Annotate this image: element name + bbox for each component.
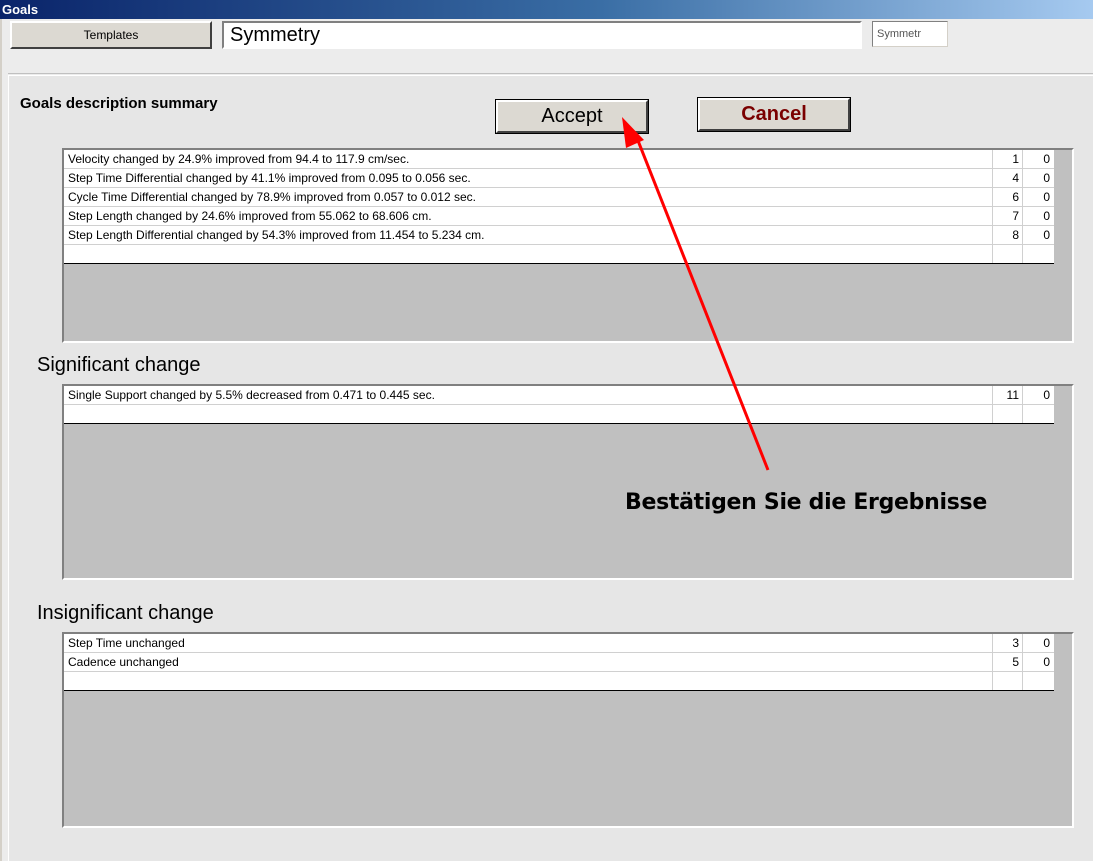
row-description: Cadence unchanged — [68, 655, 179, 669]
goal-name-field[interactable]: Symmetry — [222, 21, 862, 49]
window-title: Goals — [2, 2, 39, 17]
row-id — [992, 245, 1022, 263]
summary-list[interactable]: Velocity changed by 24.9% improved from … — [62, 148, 1074, 343]
significant-change-list[interactable]: Single Support changed by 5.5% decreased… — [62, 384, 1074, 580]
row-flag: 0 — [1022, 169, 1054, 187]
list-row[interactable] — [64, 405, 1054, 423]
list-row[interactable]: Step Time Differential changed by 41.1% … — [64, 169, 1054, 188]
row-id: 4 — [992, 169, 1022, 187]
goal-short-name-field[interactable]: Symmetr — [872, 21, 948, 47]
list-row[interactable]: Cycle Time Differential changed by 78.9%… — [64, 188, 1054, 207]
insignificant-change-list[interactable]: Step Time unchanged 3 0 Cadence unchanged 5 0 — [62, 632, 1074, 828]
insignificant-rows: Step Time unchanged 3 0 Cadence unchanged 5 0 — [64, 634, 1054, 691]
row-id: 7 — [992, 207, 1022, 225]
row-flag — [1022, 245, 1054, 263]
row-description: Single Support changed by 5.5% decreased… — [68, 388, 435, 402]
row-description: Velocity changed by 24.9% improved from … — [68, 152, 410, 166]
row-flag: 0 — [1022, 150, 1054, 168]
cancel-button[interactable]: Cancel — [697, 97, 851, 132]
list-row[interactable]: Cadence unchanged 5 0 — [64, 653, 1054, 672]
row-id: 3 — [992, 634, 1022, 652]
significant-change-title: Significant change — [37, 354, 201, 376]
summary-title: Goals description summary — [20, 95, 218, 112]
row-description: Step Length changed by 24.6% improved fr… — [68, 209, 432, 223]
list-row[interactable]: Step Length changed by 24.6% improved fr… — [64, 207, 1054, 226]
row-id: 5 — [992, 653, 1022, 671]
row-id: 6 — [992, 188, 1022, 206]
templates-button[interactable]: Templates — [10, 21, 212, 49]
row-flag: 0 — [1022, 226, 1054, 244]
row-id: 1 — [992, 150, 1022, 168]
row-flag: 0 — [1022, 653, 1054, 671]
list-row[interactable]: Step Length Differential changed by 54.3… — [64, 226, 1054, 245]
list-row[interactable]: Velocity changed by 24.9% improved from … — [64, 150, 1054, 169]
row-id — [992, 405, 1022, 423]
row-description: Step Time unchanged — [68, 636, 185, 650]
row-flag: 0 — [1022, 634, 1054, 652]
row-description: Step Length Differential changed by 54.3… — [68, 228, 485, 242]
summary-rows: Velocity changed by 24.9% improved from … — [64, 150, 1054, 264]
row-id: 11 — [992, 386, 1022, 404]
callout-text: Bestätigen Sie die Ergebnisse — [625, 490, 987, 515]
insignificant-change-title: Insignificant change — [37, 602, 214, 624]
list-row[interactable]: Step Time unchanged 3 0 — [64, 634, 1054, 653]
list-row[interactable] — [64, 672, 1054, 690]
row-id: 8 — [992, 226, 1022, 244]
row-flag: 0 — [1022, 207, 1054, 225]
row-flag: 0 — [1022, 386, 1054, 404]
row-flag — [1022, 405, 1054, 423]
list-row[interactable] — [64, 245, 1054, 263]
window-title-bar: Goals — [0, 0, 1093, 19]
row-id — [992, 672, 1022, 690]
accept-button[interactable]: Accept — [495, 99, 649, 134]
row-flag — [1022, 672, 1054, 690]
row-description: Cycle Time Differential changed by 78.9%… — [68, 190, 476, 204]
list-row[interactable]: Single Support changed by 5.5% decreased… — [64, 386, 1054, 405]
significant-rows: Single Support changed by 5.5% decreased… — [64, 386, 1054, 424]
row-flag: 0 — [1022, 188, 1054, 206]
panel-divider — [8, 73, 1093, 74]
row-description: Step Time Differential changed by 41.1% … — [68, 171, 471, 185]
